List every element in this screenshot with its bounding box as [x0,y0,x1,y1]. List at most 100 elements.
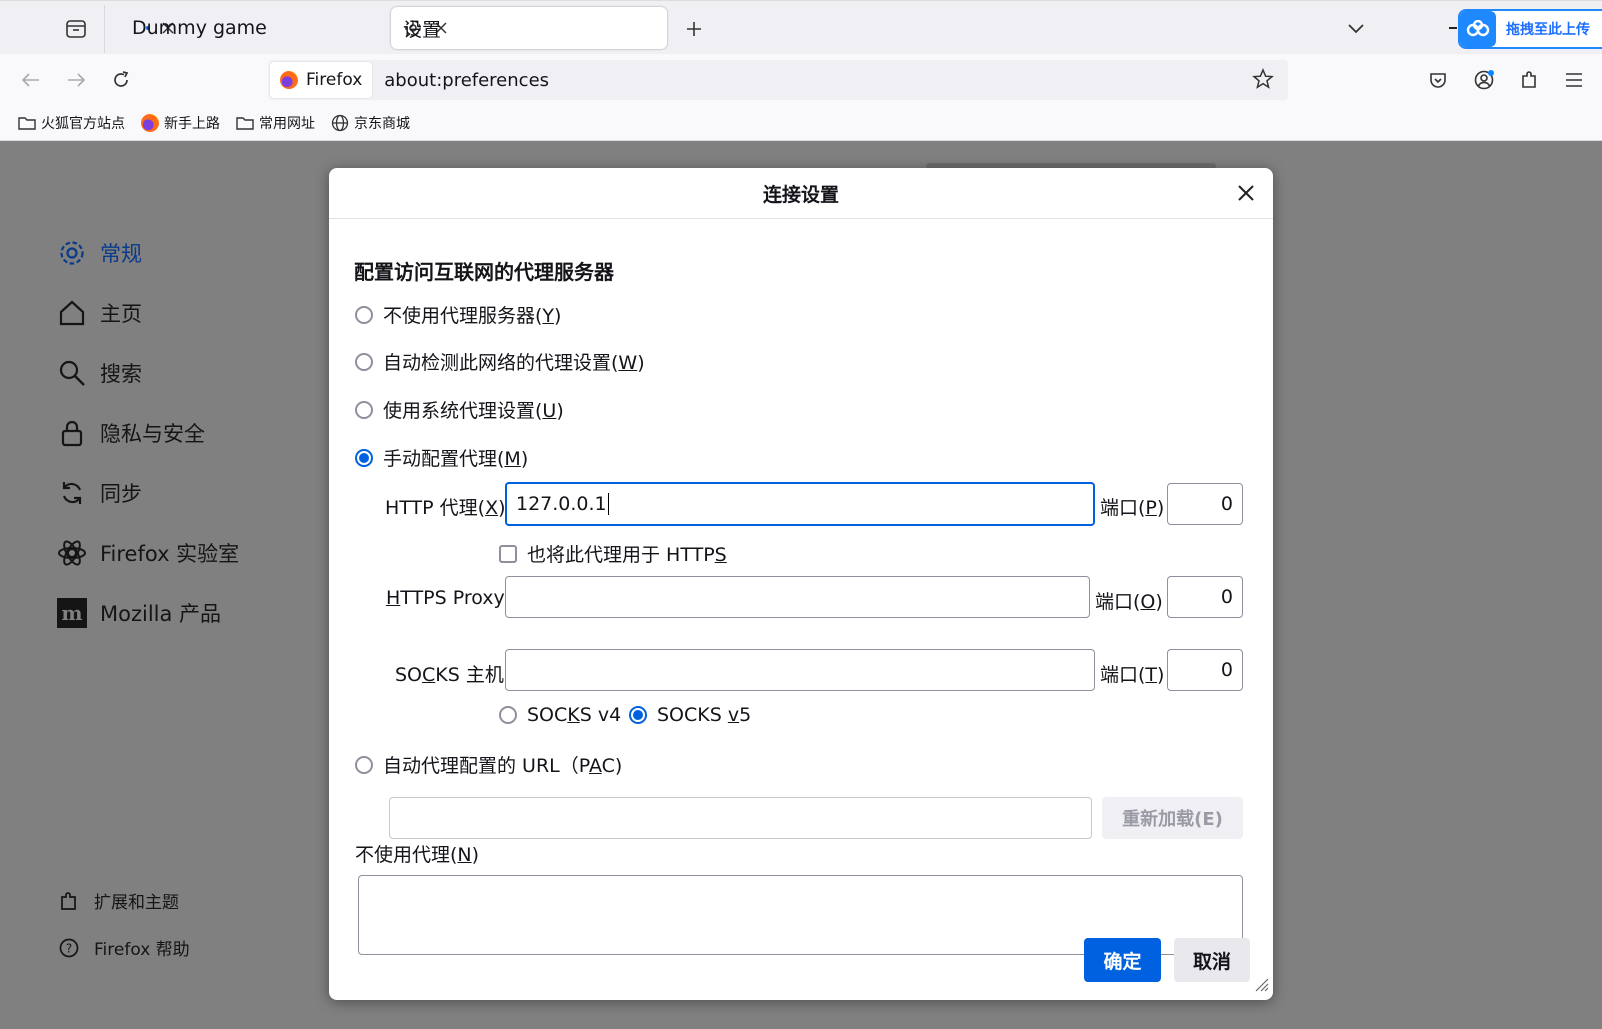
https-port-value: 0 [1220,586,1233,608]
radio-auto-detect[interactable]: 自动检测此网络的代理设置(W) [355,348,645,375]
https-port-input[interactable]: 0 [1167,576,1243,618]
bookmark-label: 火狐官方站点 [41,116,125,132]
sidebar-item-label: 同步 [100,482,142,506]
folder-icon [18,117,36,130]
radio-system-proxy[interactable]: 使用系统代理设置(U) [355,396,564,423]
pocket-button[interactable] [1422,64,1454,96]
url-text[interactable]: about:preferences [384,70,549,91]
back-button[interactable] [15,64,47,96]
radio-manual-proxy[interactable]: 手动配置代理(M) [355,444,528,471]
dialog-close-button[interactable] [1231,178,1261,208]
sync-icon [56,477,88,509]
bookmark-star-icon[interactable] [1252,68,1274,94]
account-button[interactable] [1468,64,1500,96]
sidebar-item-home[interactable]: 主页 [56,297,142,329]
tab-label: Dummy game [132,17,267,39]
sidebar-item-label: 搜索 [100,362,142,386]
help-icon: ? [59,938,79,957]
cancel-button[interactable]: 取消 [1174,938,1250,982]
firefox-logo-icon [280,71,298,89]
http-port-label: 端口(P) [1100,497,1165,519]
checkbox-label: 也将此代理用于 HTTPS [527,544,727,566]
list-all-tabs-button[interactable] [1342,15,1370,43]
chevron-down-icon [1348,24,1364,34]
tab-separator [104,5,105,53]
reload-button[interactable] [105,64,137,96]
bookmark-jd[interactable]: 京东商城 [331,113,410,133]
dialog-header: 连接设置 [329,168,1273,219]
minimize-mark [1449,27,1457,29]
radio-button[interactable] [355,305,373,324]
sidebar-item-labs[interactable]: Firefox 实验室 [56,537,239,569]
http-port-value: 0 [1220,493,1233,515]
https-same-proxy-checkbox-row[interactable]: 也将此代理用于 HTTPS [499,540,727,567]
https-same-proxy-checkbox[interactable] [499,544,517,563]
sidebar-footer-label: Firefox 帮助 [94,940,190,960]
radio-socks-v5[interactable]: SOCKS v5 [629,704,751,726]
radio-label: SOCKS v5 [657,704,752,726]
sidebar-item-search[interactable]: 搜索 [56,357,142,389]
sidebar-item-privacy[interactable]: 隐私与安全 [56,417,205,449]
proxy-section-title: 配置访问互联网的代理服务器 [354,260,614,284]
radio-button[interactable] [499,706,517,724]
pac-url-input[interactable] [389,797,1092,839]
search-icon [56,357,88,389]
sidebar-item-label: Mozilla 产品 [100,602,222,626]
bookmark-getting-started[interactable]: 新手上路 [141,113,220,133]
socks-port-value: 0 [1220,659,1233,681]
sidebar-item-sync[interactable]: 同步 [56,477,142,509]
app-menu-button[interactable] [1558,64,1590,96]
bookmarks-toolbar: 火狐官方站点 新手上路 常用网址 京东商城 [0,106,1602,141]
svg-text:m: m [61,601,82,625]
radio-label: 自动检测此网络的代理设置(W) [383,352,645,374]
firefox-view-icon [66,20,86,38]
svg-text:?: ? [66,941,72,955]
resize-grip-icon[interactable] [1253,976,1269,996]
baidu-upload-widget[interactable]: 拖拽至此上传 [1458,9,1602,49]
tab-dummy-game[interactable]: Dummy game [120,7,382,49]
bookmark-folder-huohu[interactable]: 火狐官方站点 [18,113,125,133]
radio-pac-url[interactable]: 自动代理配置的 URL（PAC) [355,751,622,778]
radio-button[interactable] [355,400,373,419]
labs-icon [56,537,88,569]
radio-no-proxy[interactable]: 不使用代理服务器(Y) [355,301,561,328]
tab-strip: Dummy game 设置 拖拽至此上传 [0,0,1602,55]
puzzle-icon [61,891,76,910]
ok-button[interactable]: 确定 [1084,938,1161,982]
bookmark-folder-common[interactable]: 常用网址 [236,113,315,133]
socks-host-input[interactable] [505,649,1095,691]
radio-socks-v4[interactable]: SOCKS v4 [499,704,621,726]
reload-icon [114,71,129,87]
forward-button[interactable] [60,64,92,96]
bookmark-label: 常用网址 [259,116,315,132]
sidebar-item-mozilla[interactable]: m Mozilla 产品 [56,597,221,629]
bookmark-label: 新手上路 [164,116,220,132]
identity-label: Firefox [306,70,363,90]
reload-pac-button[interactable]: 重新加载(E) [1102,797,1243,839]
tab-settings[interactable]: 设置 [391,7,667,49]
sidebar-item-label: 主页 [100,302,142,326]
radio-button[interactable] [629,706,647,724]
http-port-input[interactable]: 0 [1167,483,1243,525]
sidebar-item-general[interactable]: 常规 [56,237,142,269]
plus-icon [687,22,701,36]
identity-box[interactable]: Firefox [270,62,373,98]
radio-button[interactable] [355,448,373,467]
new-tab-button[interactable] [680,15,708,43]
radio-label: 不使用代理服务器(Y) [383,305,562,327]
socks-port-input[interactable]: 0 [1167,649,1243,691]
radio-button[interactable] [355,352,373,371]
http-proxy-value: 127.0.0.1 [516,493,607,515]
close-icon [1238,185,1254,201]
sidebar-footer-addons[interactable]: 扩展和主题 [58,888,179,913]
https-port-label: 端口(O) [1095,591,1163,613]
mozilla-icon: m [56,597,88,629]
radio-button[interactable] [355,755,373,774]
url-bar[interactable]: Firefox about:preferences [268,60,1288,100]
https-proxy-input[interactable] [505,576,1090,618]
firefox-view-button[interactable] [56,13,96,45]
sidebar-footer-help[interactable]: ? Firefox 帮助 [58,935,190,960]
globe-icon [331,114,349,132]
http-proxy-input[interactable]: 127.0.0.1 [505,482,1095,526]
extensions-button[interactable] [1513,64,1545,96]
